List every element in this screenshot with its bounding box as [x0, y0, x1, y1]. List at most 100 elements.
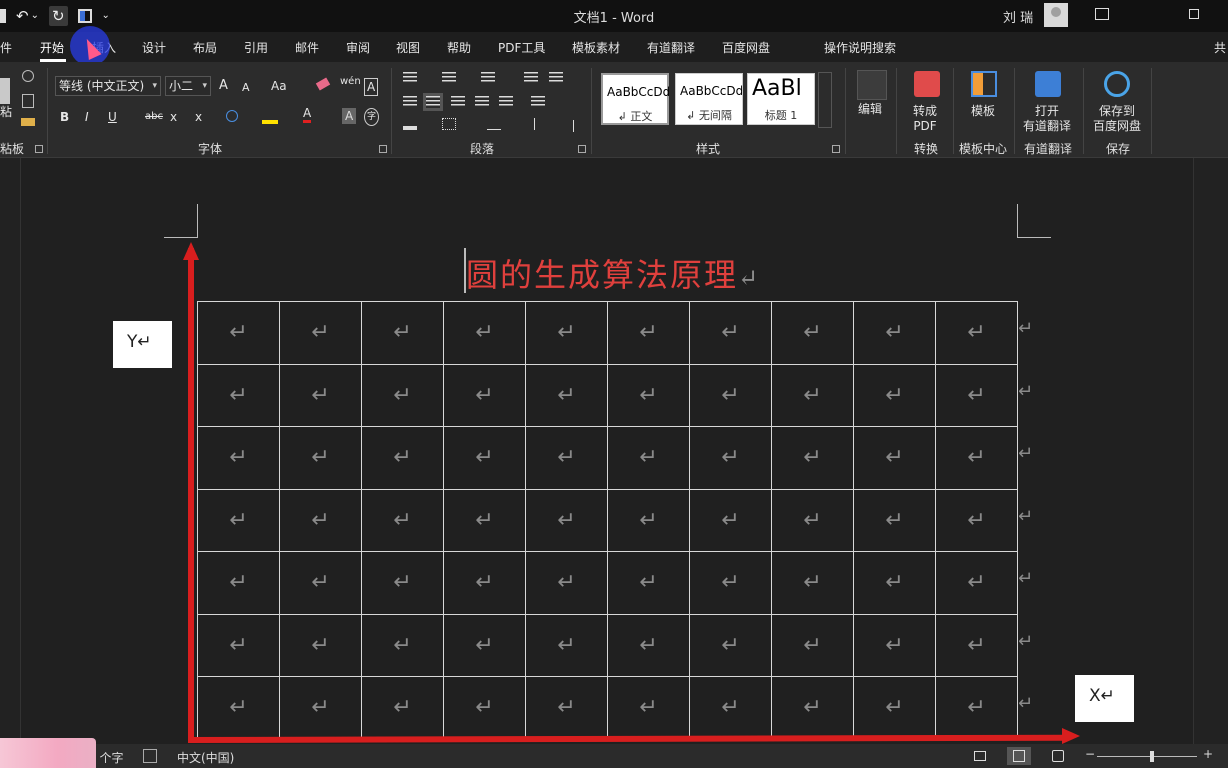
table-cell[interactable]: ↵	[279, 613, 362, 677]
shrink-font-button[interactable]: A	[242, 80, 250, 96]
bullets-icon[interactable]	[403, 72, 417, 84]
cloud-icon[interactable]	[1104, 71, 1130, 97]
italic-button[interactable]: I	[85, 109, 89, 125]
x-label-box[interactable]: X↵	[1075, 675, 1134, 722]
table-cell[interactable]: ↵	[853, 613, 936, 677]
table-cell[interactable]: ↵	[361, 613, 444, 677]
tab-mailings[interactable]: 邮件	[295, 39, 319, 56]
table-cell[interactable]: ↵	[853, 551, 936, 615]
grid-table[interactable]: ↵ ↵ ↵ ↵ ↵ ↵ ↵ ↵ ↵ ↵ ↵ ↵ ↵ ↵ ↵ ↵ ↵ ↵ ↵ ↵ ↵ ↵ ↵ ↵ ↵ ↵ ↵ ↵ ↵ ↵ ↵ ↵ ↵ ↵ ↵ ↵ ↵ ↵ ↵ ↵…	[197, 301, 1018, 740]
table-cell[interactable]: ↵	[197, 488, 280, 552]
table-cell[interactable]: ↵	[935, 363, 1018, 427]
paste-icon[interactable]	[0, 78, 10, 104]
format-painter-icon[interactable]	[21, 118, 35, 126]
table-cell[interactable]: ↵	[689, 676, 772, 740]
table-cell[interactable]: ↵	[771, 363, 854, 427]
tab-pdf-tools[interactable]: PDF工具	[498, 39, 545, 56]
zoom-out-button[interactable]: −	[1085, 747, 1095, 761]
tab-youdao[interactable]: 有道翻译	[647, 39, 695, 56]
tab-design[interactable]: 设计	[142, 39, 166, 56]
open-youdao-button[interactable]: 打开 有道翻译	[1023, 104, 1071, 134]
table-cell[interactable]: ↵	[197, 613, 280, 677]
read-mode-icon[interactable]	[968, 747, 992, 765]
table-cell[interactable]: ↵	[443, 426, 526, 490]
distributed-icon[interactable]	[499, 96, 513, 108]
multilevel-list-icon[interactable]	[481, 72, 495, 84]
proofing-icon[interactable]	[143, 749, 157, 763]
editing-button[interactable]: 编辑	[858, 102, 882, 117]
table-cell[interactable]: ↵	[771, 426, 854, 490]
ribbon-display-options-icon[interactable]	[1095, 8, 1109, 20]
tab-template-material[interactable]: 模板素材	[572, 39, 620, 56]
table-cell[interactable]: ↵	[607, 301, 690, 365]
tab-view[interactable]: 视图	[396, 39, 420, 56]
table-cell[interactable]: ↵	[935, 488, 1018, 552]
char-border-button[interactable]: A	[364, 78, 379, 96]
phonetic-guide-button[interactable]: wén	[340, 74, 361, 90]
restore-window-icon[interactable]	[1189, 9, 1199, 19]
tab-layout[interactable]: 布局	[193, 39, 217, 56]
save-baidu-button[interactable]: 保存到 百度网盘	[1093, 104, 1141, 134]
avatar[interactable]	[1044, 3, 1068, 27]
table-cell[interactable]: ↵	[443, 363, 526, 427]
table-cell[interactable]: ↵	[361, 426, 444, 490]
table-cell[interactable]: ↵	[853, 363, 936, 427]
table-cell[interactable]: ↵	[607, 363, 690, 427]
table-cell[interactable]: ↵	[525, 488, 608, 552]
table-cell[interactable]: ↵	[853, 676, 936, 740]
table-cell[interactable]: ↵	[607, 488, 690, 552]
tab-review[interactable]: 审阅	[346, 39, 370, 56]
chinese-layout-icon[interactable]	[487, 118, 501, 130]
language[interactable]: 中文(中国)	[177, 749, 234, 766]
table-cell[interactable]: ↵	[771, 488, 854, 552]
tab-file[interactable]: 件	[0, 39, 12, 56]
table-cell[interactable]: ↵	[607, 551, 690, 615]
align-center-icon[interactable]	[423, 93, 443, 111]
table-cell[interactable]: ↵	[853, 488, 936, 552]
sort-icon[interactable]	[534, 118, 548, 130]
text-effects-icon[interactable]	[226, 110, 238, 122]
table-cell[interactable]: ↵	[525, 363, 608, 427]
superscript-button[interactable]: x	[195, 109, 202, 125]
table-cell[interactable]: ↵	[361, 488, 444, 552]
strikethrough-button[interactable]: abc	[145, 109, 163, 125]
underline-button[interactable]: U	[108, 109, 117, 125]
zoom-slider-thumb[interactable]	[1150, 751, 1154, 762]
style-normal[interactable]: AaBbCcDd ↲ 正文	[601, 73, 669, 125]
grow-font-button[interactable]: A	[219, 78, 228, 94]
table-cell[interactable]: ↵	[853, 301, 936, 365]
table-cell[interactable]: ↵	[607, 613, 690, 677]
table-cell[interactable]: ↵	[361, 551, 444, 615]
table-cell[interactable]: ↵	[771, 613, 854, 677]
table-cell[interactable]: ↵	[935, 676, 1018, 740]
borders-icon[interactable]	[442, 118, 456, 130]
y-label-box[interactable]: Y↵	[113, 321, 172, 368]
enclose-char-button[interactable]: 字	[364, 108, 380, 126]
table-cell[interactable]: ↵	[525, 426, 608, 490]
template-button[interactable]: 模板	[971, 104, 995, 119]
table-cell[interactable]: ↵	[197, 551, 280, 615]
clipboard-launcher-icon[interactable]	[35, 145, 43, 153]
user-name[interactable]: 刘 瑞	[1003, 7, 1033, 26]
show-marks-icon[interactable]	[566, 120, 574, 132]
table-cell[interactable]: ↵	[197, 301, 280, 365]
translate-icon[interactable]	[1035, 71, 1061, 97]
table-cell[interactable]: ↵	[279, 363, 362, 427]
table-cell[interactable]: ↵	[279, 551, 362, 615]
tab-home[interactable]: 开始	[40, 39, 64, 56]
table-cell[interactable]: ↵	[525, 613, 608, 677]
table-cell[interactable]: ↵	[689, 301, 772, 365]
table-cell[interactable]: ↵	[771, 551, 854, 615]
table-cell[interactable]: ↵	[361, 301, 444, 365]
table-cell[interactable]: ↵	[443, 551, 526, 615]
table-cell[interactable]: ↵	[771, 301, 854, 365]
table-cell[interactable]: ↵	[443, 613, 526, 677]
bold-button[interactable]: B	[60, 109, 69, 125]
char-shading-button[interactable]: A	[342, 108, 357, 124]
shading-icon[interactable]	[403, 118, 417, 130]
table-cell[interactable]: ↵	[279, 301, 362, 365]
table-cell[interactable]: ↵	[197, 426, 280, 490]
tell-me-search[interactable]: 操作说明搜索	[824, 39, 896, 56]
tab-help[interactable]: 帮助	[447, 39, 471, 56]
table-cell[interactable]: ↵	[361, 363, 444, 427]
